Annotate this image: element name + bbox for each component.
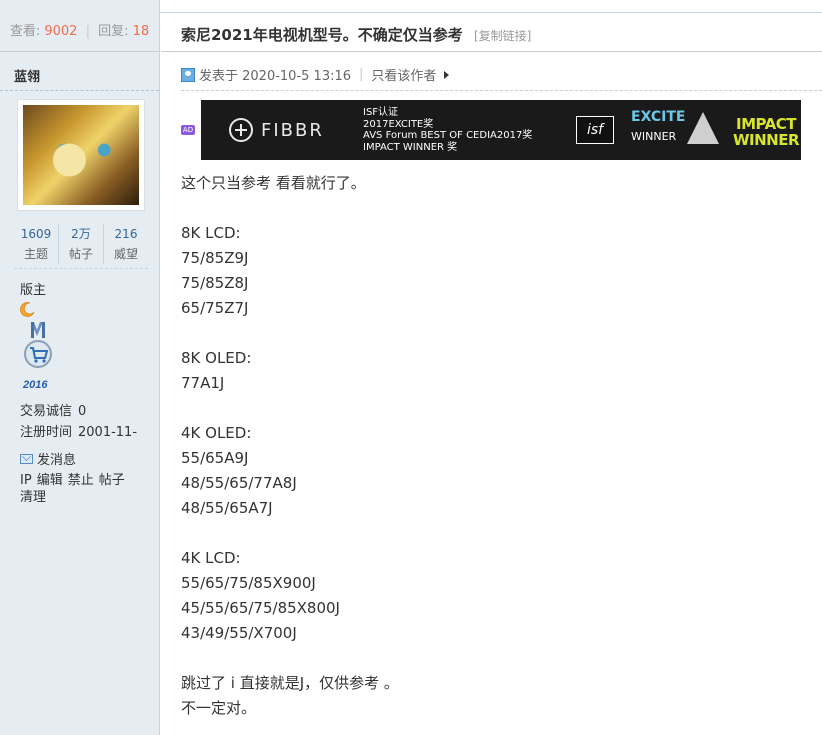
ad-line: ISF认证	[363, 107, 399, 118]
stats-separator: |	[85, 24, 90, 39]
moon-icon	[20, 302, 35, 317]
post-meta: 发表于 2020-10-5 13:16 | 只看该作者	[181, 65, 450, 84]
author-counts: 1609 主题 2万 帖子 216 威望	[14, 224, 148, 264]
count-prestige[interactable]: 216 威望	[103, 224, 148, 264]
excite-top: EXCITE	[631, 109, 686, 125]
content-line: 4K OLED:	[181, 424, 252, 442]
trade-credit: 交易诚信 0	[20, 400, 86, 419]
count-prestige-label: 威望	[113, 247, 138, 261]
medal-icon[interactable]: 2016	[21, 322, 55, 390]
count-posts[interactable]: 2万 帖子	[58, 224, 103, 264]
ad-brand: FIBBR	[261, 119, 324, 141]
content-line: 75/85Z9J	[181, 249, 249, 267]
send-message-label: 发消息	[37, 453, 77, 468]
register-value: 2001-11-	[78, 425, 138, 440]
copy-link-button[interactable]: [复制链接]	[474, 29, 531, 43]
avatar[interactable]	[17, 99, 145, 211]
impact-bottom: WINNER	[733, 131, 800, 149]
medal-year: 2016	[22, 379, 48, 390]
content-line: 4K LCD:	[181, 549, 241, 567]
content-line: 43/49/55/X700J	[181, 624, 297, 642]
impact-top: IMPACT	[736, 115, 796, 133]
only-author-link[interactable]: 只看该作者	[371, 65, 436, 84]
trade-value: 0	[78, 404, 87, 419]
send-message-link[interactable]: 发消息	[20, 449, 76, 468]
admin-ip-link[interactable]: IP	[20, 473, 32, 488]
meta-separator: |	[359, 67, 364, 82]
views-count: 9002	[44, 24, 78, 39]
count-topics[interactable]: 1609 主题	[14, 224, 58, 264]
content-line: 跳过了 i 直接就是J，仅供参考 。	[181, 674, 399, 692]
content-line: 77A1J	[181, 374, 225, 392]
count-posts-label: 帖子	[68, 247, 93, 261]
content-line	[181, 321, 801, 346]
ad-brand-logo: FIBBR	[229, 118, 324, 142]
content-line: 48/55/65/77A8J	[181, 474, 297, 492]
trade-label: 交易诚信	[20, 404, 73, 419]
content-line: 8K LCD:	[181, 224, 241, 242]
impact-award-logo: IMPACT WINNER	[733, 115, 800, 149]
replies-label: 回复:	[98, 24, 129, 39]
ad-badge: AD	[181, 125, 195, 135]
online-user-icon	[181, 67, 195, 82]
content-line: 8K OLED:	[181, 349, 252, 367]
ad-line: AVS Forum BEST OF CEDIA2017奖	[363, 130, 533, 141]
thread-title-row: 索尼2021年电视机型号。不确定仅当参考 [复制链接]	[181, 24, 531, 45]
author-name[interactable]: 蓝翎	[14, 66, 40, 85]
admin-ban-link[interactable]: 禁止	[68, 473, 94, 488]
ad-banner[interactable]: FIBBR ISF认证 2017EXCITE奖 AVS Forum BEST O…	[201, 100, 801, 160]
ad-line: 2017EXCITE奖	[363, 118, 434, 130]
ad-text: ISF认证 2017EXCITE奖 AVS Forum BEST OF CEDI…	[363, 107, 532, 153]
content-line: 75/85Z8J	[181, 274, 249, 292]
ad-line: IMPACT WINNER 奖	[363, 141, 458, 153]
content-line: 65/75Z7J	[181, 299, 249, 317]
excite-bottom: WINNER	[631, 130, 677, 143]
arrow-right-icon	[444, 70, 450, 79]
content-line	[181, 396, 801, 421]
register-time: 注册时间 2001-11-	[20, 421, 137, 440]
admin-links: IP 编辑 禁止 帖子清理	[20, 472, 145, 506]
content-line	[181, 196, 801, 221]
excite-award-logo: EXCITE WINNER	[631, 109, 686, 151]
content-line: 45/55/65/75/85X800J	[181, 599, 340, 617]
content-line: 48/55/65A7J	[181, 499, 273, 517]
author-sidebar: 查看: 9002 | 回复: 18 蓝翎 1609 主题 2万 帖子 216 威…	[0, 0, 160, 735]
content-line: 55/65A9J	[181, 449, 249, 467]
admin-clean-link[interactable]: 清理	[20, 490, 46, 505]
isf-logo: isf	[576, 116, 614, 144]
content-line	[181, 521, 801, 546]
count-topics-value: 1609	[20, 227, 52, 241]
admin-edit-link[interactable]: 编辑	[37, 473, 63, 488]
content-line	[181, 646, 801, 671]
content-line: 这个只当参考 看看就行了。	[181, 174, 366, 192]
divider	[181, 90, 822, 91]
post-date: 发表于 2020-10-5 13:16	[199, 69, 352, 84]
replies-count: 18	[132, 24, 150, 39]
count-topics-label: 主题	[23, 247, 48, 261]
award-trophy-icon	[687, 112, 719, 144]
count-posts-value: 2万	[71, 227, 91, 241]
post-content: 这个只当参考 看看就行了。 8K LCD: 75/85Z9J 75/85Z8J …	[181, 171, 801, 721]
fibbr-logo-icon	[229, 118, 253, 142]
count-prestige-value: 216	[114, 227, 138, 241]
thread-title: 索尼2021年电视机型号。不确定仅当参考	[181, 26, 463, 44]
divider	[0, 90, 159, 91]
divider	[14, 268, 148, 269]
views-label: 查看:	[9, 24, 41, 39]
divider	[161, 51, 822, 52]
user-rank: 版主	[20, 283, 47, 298]
content-line: 不一定对。	[181, 699, 257, 717]
thread-stats: 查看: 9002 | 回复: 18	[0, 13, 159, 52]
mail-icon	[20, 453, 33, 464]
admin-posts-link[interactable]: 帖子	[99, 473, 125, 488]
avatar-image[interactable]	[23, 105, 139, 205]
register-label: 注册时间	[20, 425, 73, 440]
content-line: 55/65/75/85X900J	[181, 574, 316, 592]
